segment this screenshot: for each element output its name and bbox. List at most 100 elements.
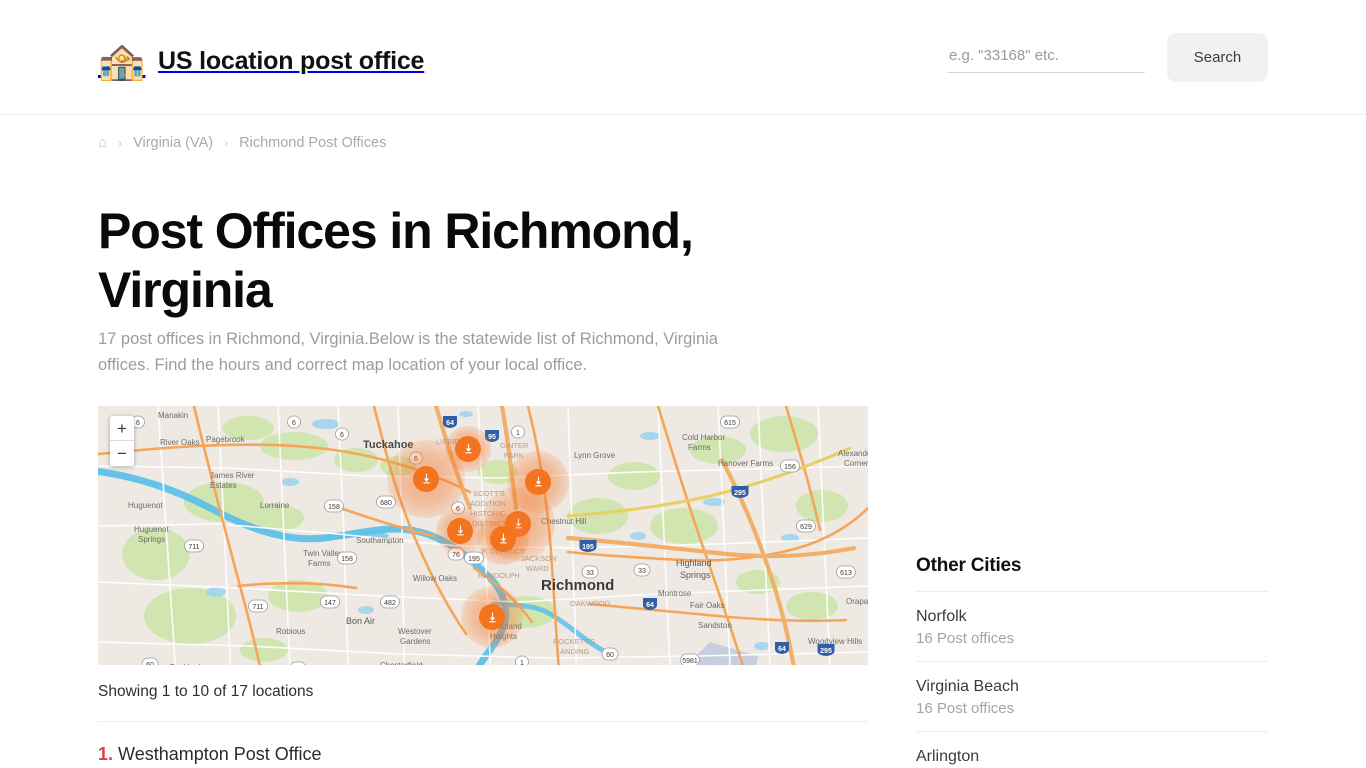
map-route-number: 629: [800, 524, 812, 531]
map-route-number: 711: [188, 544, 199, 551]
breadcrumb-separator-1: ›: [118, 135, 123, 150]
site-title: US location post office: [158, 46, 425, 75]
map-route-number: 680: [380, 500, 392, 507]
map-route-number: 711: [252, 604, 263, 611]
map-place-label: Cold Harbor: [682, 433, 725, 442]
city-office-count: 16 Post offices: [916, 700, 1015, 717]
breadcrumb-separator-2: ›: [224, 135, 229, 150]
map-place-label: Buckingham: [170, 663, 214, 665]
map-place-label: Highland: [676, 558, 712, 568]
map-interstate-number: 64: [646, 602, 654, 609]
page-title: Post Offices in Richmond, Virginia: [98, 203, 694, 318]
map-marker-icon: [490, 525, 516, 552]
map-interstate-number: 64: [446, 420, 454, 427]
main-column: Post Offices in Richmond, Virginia 17 po…: [98, 202, 868, 765]
city-list-item[interactable]: Virginia Beach 16 Post offices: [916, 661, 1268, 731]
map-place-label: Hanover Farms: [718, 459, 773, 468]
city-name-link[interactable]: Norfolk: [916, 608, 1268, 626]
site-header: 🏤 US location post office Search: [0, 0, 1366, 115]
map-place-label: Westover: [398, 627, 432, 636]
map-place-label: Southampton: [356, 536, 404, 545]
map-place-label: Orapa: [846, 597, 868, 606]
map-interstate-number: 295: [820, 648, 832, 655]
map-route-number: 615: [724, 420, 736, 427]
map-marker-pin[interactable]: [436, 506, 484, 555]
results-count: Showing 1 to 10 of 17 locations: [98, 683, 314, 701]
breadcrumb: ⌂ › Virginia (VA) › Richmond Post Office…: [98, 134, 386, 151]
map-place-label: Gardens: [400, 637, 431, 646]
map-place-label: RANDOLPH: [478, 571, 520, 580]
city-list-item[interactable]: Arlington14 Post offices: [916, 731, 1268, 768]
map-place-label: BROOKL...: [528, 406, 566, 408]
city-name-link[interactable]: Arlington: [916, 748, 1268, 766]
map-place-label: Willow Oaks: [413, 574, 457, 583]
map-place-label: Huguenot: [128, 501, 163, 510]
post-office-icon: 🏤: [98, 40, 146, 82]
search-button[interactable]: Search: [1167, 33, 1268, 82]
map-place-label: Springs: [138, 535, 165, 544]
map-place-label: OAKWOOD: [570, 599, 611, 608]
map-place-label: Manakin: [158, 411, 188, 420]
map-marker-pin[interactable]: [445, 425, 491, 472]
map-place-label: Farms: [688, 443, 711, 452]
map-route-number: 6: [340, 432, 344, 439]
map-route-number: 1: [520, 660, 524, 665]
map-place-label: Alexanders: [838, 449, 868, 458]
map-marker-icon: [455, 435, 481, 462]
map-route-number: 5981: [682, 658, 698, 665]
map-marker-pin[interactable]: [461, 586, 523, 649]
home-icon[interactable]: ⌂: [98, 134, 107, 151]
map-route-number: 33: [638, 568, 646, 575]
breadcrumb-item-state[interactable]: Virginia (VA): [133, 135, 213, 151]
map-zoom-in-button[interactable]: +: [110, 416, 134, 442]
map-place-label: Lynn Grove: [574, 451, 616, 460]
office-name-link[interactable]: Westhampton Post Office: [118, 744, 321, 764]
map-route-number: 147: [324, 600, 336, 607]
other-cities-sidebar: Other Cities Norfolk 16 Post offices Virgi…: [916, 555, 1268, 768]
map-route-number: 158: [341, 556, 353, 563]
city-list: Norfolk 16 Post offices Virginia Beach 16 P…: [916, 591, 1268, 768]
map-route-number: 6: [136, 420, 140, 427]
map-route-number: 6: [292, 420, 296, 427]
map-route-number: 156: [784, 464, 796, 471]
map-place-label: Farms: [308, 559, 331, 568]
map-route-number: 482: [384, 600, 396, 607]
map-place-label: Chesterfield: [380, 661, 423, 665]
map-container[interactable]: Tuckahoe Richmond Manakin River Oaks Pagebro…: [98, 406, 868, 666]
map-place-label: River Oaks: [160, 438, 200, 447]
map-place-label: Corner: [844, 459, 868, 468]
list-divider: [98, 721, 868, 723]
map-route-number: 1: [516, 430, 520, 437]
map-interstate-number: 64: [778, 646, 786, 653]
map-interstate-number: 195: [582, 544, 594, 551]
map-place-label: Sandston: [698, 621, 732, 630]
map-route-number: 158: [328, 504, 340, 511]
map-place-label: Bon Air: [346, 616, 375, 626]
map-place-label: Robious: [276, 627, 305, 636]
map-zoom-out-button[interactable]: −: [110, 441, 134, 467]
map-zoom-controls[interactable]: + −: [110, 416, 134, 467]
city-name-link[interactable]: Virginia Beach: [916, 678, 1268, 696]
map-marker-pin[interactable]: [387, 439, 465, 518]
map-place-label: Fair Oaks: [690, 601, 725, 610]
map-interstate-number: 295: [734, 490, 746, 497]
city-list-item[interactable]: Norfolk 16 Post offices: [916, 591, 1268, 661]
breadcrumb-item-current: Richmond Post Offices: [239, 134, 387, 151]
map-place-label: LANDING: [556, 647, 590, 656]
map-place-label: Huguenot: [134, 525, 169, 534]
map-place-label: ROCKETT'S: [553, 637, 595, 646]
map-place-label: Richmond: [541, 577, 614, 594]
map-route-number: 195: [468, 556, 480, 563]
map-place-label: GINTER: [500, 441, 529, 450]
map-marker-icon: [413, 465, 439, 492]
map-place-label: Pagebrook: [206, 435, 246, 444]
page-description: 17 post offices in Richmond, Virginia.Be…: [98, 330, 718, 374]
map-marker-icon: [447, 517, 473, 544]
map-route-number: 33: [586, 570, 594, 577]
map-place-label: Twin Valley: [303, 549, 343, 558]
search-input[interactable]: [947, 42, 1145, 73]
map-place-label: James River: [210, 471, 255, 480]
map-place-label: WARD: [526, 564, 549, 573]
site-logo-link[interactable]: 🏤 US location post office: [98, 38, 424, 84]
map-marker-pin[interactable]: [477, 512, 529, 565]
